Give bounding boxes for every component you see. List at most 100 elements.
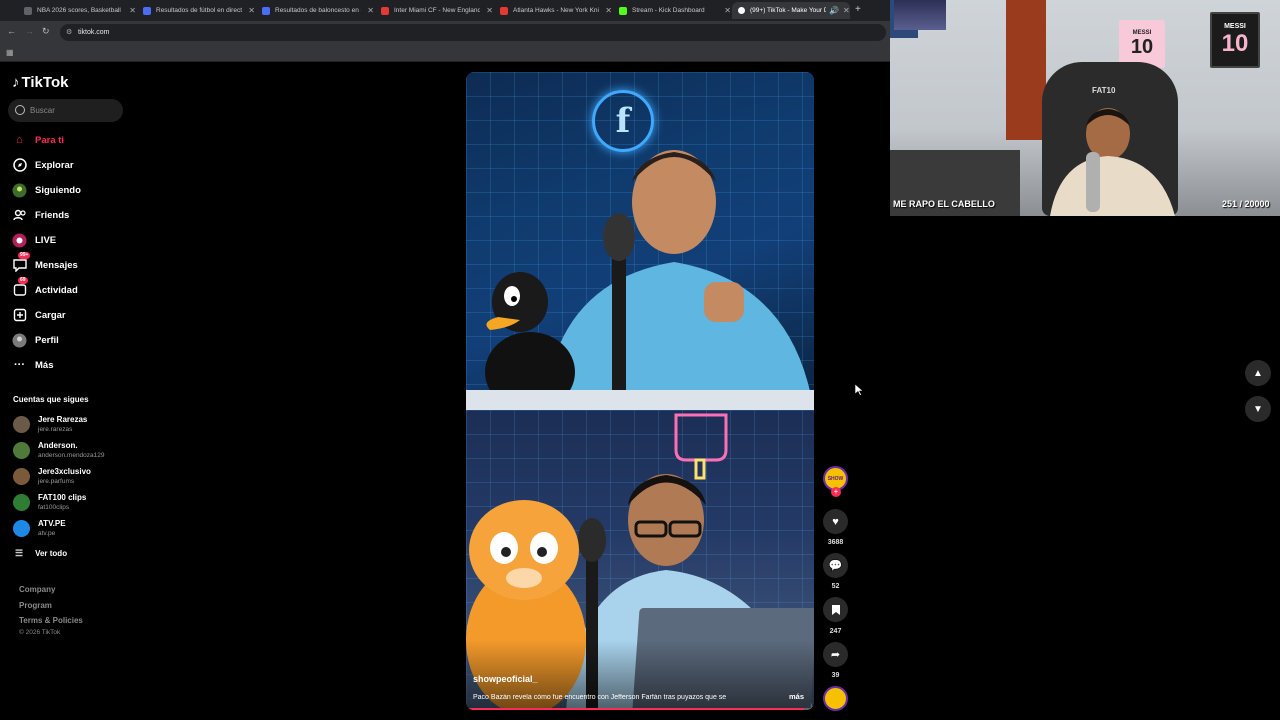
- comment-count: 52: [831, 583, 840, 590]
- more-button[interactable]: más: [789, 692, 804, 701]
- close-icon[interactable]: ✕: [724, 6, 731, 15]
- tiktok-logo[interactable]: ♪ TikTok: [12, 74, 68, 91]
- nav-item-mas[interactable]: ··· Más: [12, 357, 53, 373]
- footer-link-company[interactable]: Company: [19, 585, 55, 594]
- nav-item-mensajes[interactable]: 99+ Mensajes: [12, 251, 78, 273]
- close-icon[interactable]: ✕: [248, 6, 255, 15]
- nav-item-actividad[interactable]: 69 Actividad: [12, 276, 78, 298]
- back-icon[interactable]: ←: [7, 26, 16, 36]
- close-icon[interactable]: ✕: [486, 6, 493, 15]
- nav-label: Actividad: [35, 284, 78, 296]
- activity-badge: 69: [18, 276, 28, 284]
- address-bar[interactable]: ⚙ tiktok.com: [60, 24, 886, 41]
- tab-4[interactable]: Atlanta Hawks - New York Knick ✕: [494, 2, 612, 19]
- messages-icon: 99+: [12, 251, 31, 273]
- comment-icon: 💬: [828, 560, 843, 572]
- close-icon[interactable]: ✕: [605, 6, 612, 15]
- video-progress-bar[interactable]: [466, 708, 814, 710]
- comment-button[interactable]: 💬: [823, 553, 848, 578]
- forward-icon[interactable]: →: [25, 26, 34, 36]
- new-tab-icon[interactable]: +: [855, 4, 861, 15]
- tab-0[interactable]: NBA 2026 scores, Basketball US ✕: [18, 2, 136, 19]
- mouse-cursor-icon: [855, 384, 863, 396]
- upload-icon: [12, 308, 27, 323]
- video-username[interactable]: showpeoficial_: [473, 674, 538, 684]
- nav-item-cargar[interactable]: Cargar: [12, 307, 66, 323]
- bookmarks-bar: ▦: [0, 44, 890, 62]
- nav-item-live[interactable]: LIVE: [12, 232, 56, 248]
- see-all-label: Ver todo: [35, 549, 68, 558]
- nav-label: Friends: [35, 209, 70, 221]
- account-handle: atv.pe: [38, 530, 56, 537]
- following-account[interactable]: Anderson. anderson.mendoza129: [13, 441, 105, 460]
- nav-item-perfil[interactable]: Perfil: [12, 332, 59, 348]
- following-account[interactable]: ATV.PE atv.pe: [13, 519, 66, 538]
- site-info-icon[interactable]: ⚙: [66, 24, 72, 41]
- tab-2[interactable]: Resultados de baloncesto en di ✕: [256, 2, 374, 19]
- follow-plus-icon[interactable]: +: [831, 487, 841, 497]
- reload-icon[interactable]: ↻: [42, 26, 50, 37]
- tab-6-active[interactable]: (99+) TikTok - Make Your D 🔊 ✕: [732, 2, 850, 19]
- footer-link-terms[interactable]: Terms & Policies: [19, 616, 83, 625]
- account-handle: fat100clips: [38, 504, 70, 511]
- tab-1[interactable]: Resultados de fútbol en directo ✕: [137, 2, 255, 19]
- avatar: [13, 520, 30, 537]
- account-handle: anderson.mendoza129: [38, 452, 105, 459]
- close-icon[interactable]: ✕: [129, 6, 136, 15]
- nav-label: Siguiendo: [35, 184, 81, 196]
- following-icon: [12, 183, 27, 198]
- browser-window: NBA 2026 scores, Basketball US ✕ Resulta…: [0, 0, 890, 62]
- following-account[interactable]: Jere Rarezas jere.rarezas: [13, 415, 87, 434]
- nav-item-explorar[interactable]: Explorar: [12, 157, 74, 173]
- like-count: 3688: [827, 539, 844, 546]
- nav-item-siguiendo[interactable]: Siguiendo: [12, 182, 81, 198]
- following-account[interactable]: Jere3xclusivo jere.parfums: [13, 467, 91, 486]
- nav-label: Mensajes: [35, 259, 78, 271]
- tab-favicon: [262, 6, 270, 15]
- wall-art: [894, 0, 946, 30]
- see-all-link[interactable]: ☰ Ver todo: [15, 548, 67, 559]
- chevron-down-icon: ▼: [1253, 403, 1263, 415]
- following-account[interactable]: FAT100 clips fat100clips: [13, 493, 86, 512]
- webcam-overlay: MESSI 10 MESSI 10 FAT10: [890, 0, 1280, 216]
- home-icon: ⌂: [16, 134, 23, 146]
- poster-number: 10: [1130, 35, 1154, 58]
- avatar: [13, 468, 30, 485]
- share-icon: ➦: [830, 649, 841, 661]
- bookmark-icon: [831, 604, 840, 615]
- tab-favicon: [24, 6, 32, 15]
- tab-title: Resultados de fútbol en directo: [156, 7, 243, 14]
- tab-5[interactable]: Stream - Kick Dashboard ✕: [613, 2, 731, 19]
- video-player[interactable]: f showpeoficial_ Paco Bazán revela cómo …: [466, 72, 814, 710]
- previous-video-button[interactable]: ▲: [1245, 360, 1271, 386]
- streamer-figure: [1050, 108, 1175, 216]
- speaker-icon[interactable]: 🔊: [829, 6, 839, 15]
- account-name: Jere3xclusivo: [38, 467, 91, 476]
- like-button[interactable]: ♥: [823, 509, 848, 534]
- video-top-panel: f: [466, 72, 814, 412]
- close-icon[interactable]: ✕: [367, 6, 374, 15]
- tiktok-favicon: [738, 7, 745, 14]
- account-name: Jere Rarezas: [38, 415, 88, 424]
- nav-item-friends[interactable]: Friends: [12, 207, 69, 223]
- close-icon[interactable]: ✕: [843, 6, 850, 15]
- desk-surface: [466, 390, 814, 410]
- avatar: [13, 442, 30, 459]
- save-button[interactable]: [823, 597, 848, 622]
- copyright: © 2026 TikTok: [19, 629, 61, 636]
- share-button[interactable]: ➦: [823, 642, 848, 667]
- tab-favicon: [619, 6, 627, 15]
- video-description: Paco Bazán revela cómo fue encuentro con…: [473, 694, 727, 701]
- account-name: FAT100 clips: [38, 493, 87, 502]
- tab-3[interactable]: Inter Miami CF - New England ✕: [375, 2, 493, 19]
- search-icon: [15, 105, 25, 115]
- tab-favicon: [381, 6, 389, 15]
- activity-icon: 69: [12, 276, 28, 298]
- apps-grid-icon[interactable]: ▦: [6, 48, 14, 57]
- search-input[interactable]: Buscar: [8, 99, 123, 122]
- next-video-button[interactable]: ▼: [1245, 396, 1271, 422]
- footer-link-program[interactable]: Program: [19, 601, 52, 610]
- music-disc-icon[interactable]: [823, 686, 848, 711]
- nav-item-para-ti[interactable]: ⌂ Para ti: [12, 132, 64, 148]
- share-count: 39: [831, 672, 840, 679]
